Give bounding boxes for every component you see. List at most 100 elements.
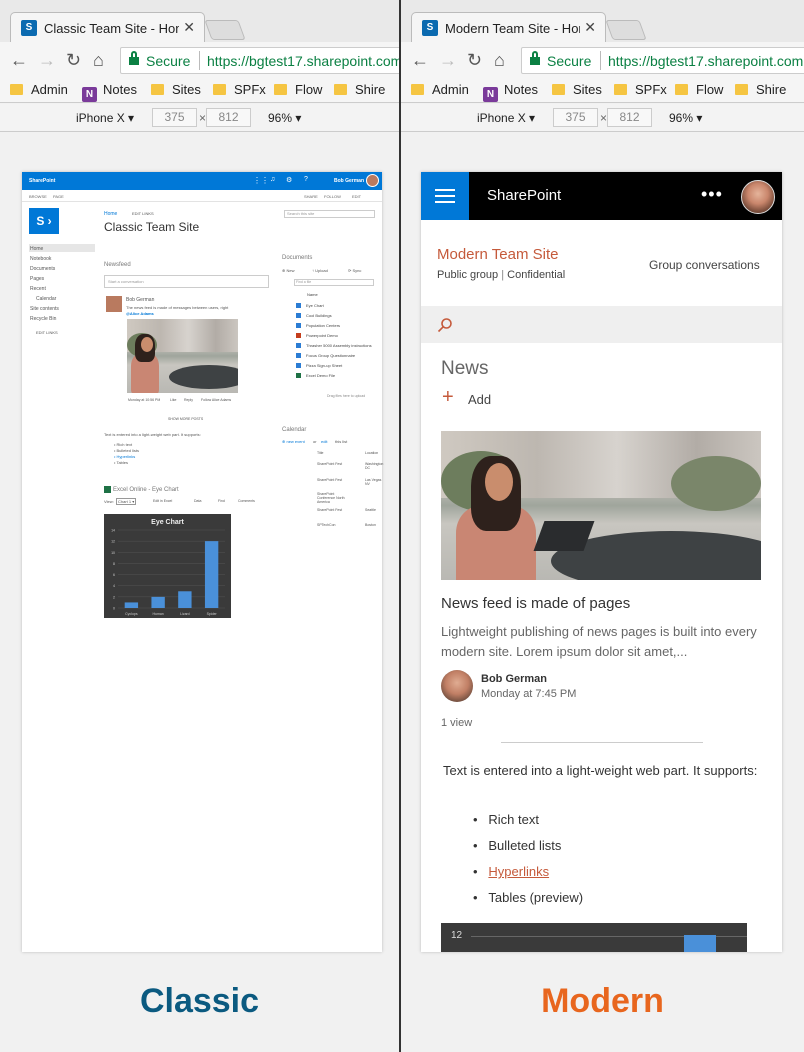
follow-link[interactable]: Follow Alice Adams xyxy=(201,398,231,402)
nav-site-contents[interactable]: Site contents xyxy=(30,306,59,312)
home-icon[interactable]: ⌂ xyxy=(494,50,505,71)
bookmark-notes[interactable]: N Notes xyxy=(82,82,137,102)
bookmark-flow[interactable]: Flow xyxy=(675,82,723,97)
bookmark-notes[interactable]: N Notes xyxy=(483,82,538,102)
search-box[interactable]: Search this site xyxy=(284,210,375,218)
group-conversations-link[interactable]: Group conversations xyxy=(649,258,760,272)
zoom-select[interactable]: 96% ▾ xyxy=(669,111,702,125)
hamburger-menu-icon[interactable] xyxy=(421,172,469,220)
edit-in-excel[interactable]: Edit in Excel xyxy=(153,499,172,503)
bookmark-spfx[interactable]: SPFx xyxy=(614,82,667,97)
gear-icon[interactable]: ⚙ xyxy=(286,176,292,184)
address-bar[interactable]: Secure https://bgtest17.sharepoint.com xyxy=(120,47,399,74)
hyperlink-item[interactable]: • Hyperlinks xyxy=(114,454,135,459)
avatar[interactable] xyxy=(741,180,775,214)
breadcrumb[interactable]: Home xyxy=(104,211,117,217)
new-event-link[interactable]: ⊕ new event xyxy=(282,439,305,444)
reload-icon[interactable]: ↻ xyxy=(66,50,81,71)
nav-recycle-bin[interactable]: Recycle Bin xyxy=(30,316,56,322)
help-icon[interactable]: ? xyxy=(304,176,308,183)
new-tab-button[interactable] xyxy=(605,20,647,40)
edit-links-top[interactable]: EDIT LINKS xyxy=(132,211,154,216)
forward-arrow-icon[interactable]: → xyxy=(439,50,457,71)
nav-calendar[interactable]: Calendar xyxy=(36,296,56,302)
conversation-input[interactable]: Start a conversation xyxy=(104,275,269,288)
new-tab-button[interactable] xyxy=(204,20,246,40)
bookmark-admin[interactable]: Admin xyxy=(411,82,469,97)
ribbon-page-tab[interactable]: PAGE xyxy=(53,194,64,199)
find-file-input[interactable]: Find a file xyxy=(294,279,374,286)
add-icon[interactable]: + xyxy=(442,387,454,407)
back-arrow-icon[interactable]: ← xyxy=(10,50,28,71)
upload-button[interactable]: ↑ Upload xyxy=(312,268,328,273)
site-title[interactable]: Modern Team Site xyxy=(437,246,558,263)
bookmark-shire[interactable]: Shire xyxy=(334,82,385,97)
user-name[interactable]: Bob German xyxy=(334,178,364,184)
nav-edit-links[interactable]: EDIT LINKS xyxy=(36,330,58,335)
doc-row[interactable]: Focus Group Questionnaire xyxy=(296,353,355,358)
event-title[interactable]: SharePoint Conference North America xyxy=(317,492,345,504)
zoom-select[interactable]: 96% ▾ xyxy=(268,111,301,125)
nav-notebook[interactable]: Notebook xyxy=(30,256,51,262)
width-input[interactable]: 375 xyxy=(152,108,197,127)
reload-icon[interactable]: ↻ xyxy=(467,50,482,71)
doc-row[interactable]: Cool Buildings xyxy=(296,313,332,318)
bookmark-sites[interactable]: Sites xyxy=(151,82,201,97)
reply-link[interactable]: Reply xyxy=(184,398,193,402)
close-tab-icon[interactable]: ✕ xyxy=(584,19,596,36)
follow-action[interactable]: FOLLOW xyxy=(324,194,341,199)
share-action[interactable]: SHARE xyxy=(304,194,318,199)
doc-row[interactable]: Eye Chart xyxy=(296,303,324,308)
close-tab-icon[interactable]: ✕ xyxy=(183,19,195,36)
article-title[interactable]: News feed is made of pages xyxy=(441,595,630,612)
event-title[interactable]: SharePoint Fest xyxy=(317,508,345,512)
bookmark-shire[interactable]: Shire xyxy=(735,82,786,97)
nav-home[interactable]: Home xyxy=(30,246,43,252)
comments-action[interactable]: Comments xyxy=(238,499,255,503)
data-menu[interactable]: Data xyxy=(194,499,201,503)
browser-tab[interactable]: S Classic Team Site - Home ✕ xyxy=(10,12,205,42)
author-name[interactable]: Bob German xyxy=(481,673,547,685)
news-photo[interactable] xyxy=(441,431,761,580)
home-icon[interactable]: ⌂ xyxy=(93,50,104,71)
site-logo[interactable]: S › xyxy=(29,208,59,234)
excel-view-select[interactable]: Chart 1 ▾ xyxy=(116,498,137,505)
new-document-button[interactable]: ⊕ New xyxy=(282,268,294,273)
doc-row[interactable]: Powerpoint Demo xyxy=(296,333,338,338)
show-more-posts[interactable]: SHOW MORE POSTS xyxy=(168,417,203,421)
doc-row[interactable]: Pizza Sign-up Sheet xyxy=(296,363,342,368)
post-author[interactable]: Bob German xyxy=(126,297,154,303)
hyperlink-item[interactable]: • Hyperlinks xyxy=(473,864,549,879)
height-input[interactable]: 812 xyxy=(206,108,251,127)
event-title[interactable]: SharePoint Fest xyxy=(317,478,345,482)
more-options-icon[interactable]: ••• xyxy=(701,184,723,205)
event-title[interactable]: SPTechCon xyxy=(317,523,345,527)
nav-recent[interactable]: Recent xyxy=(30,286,46,292)
doc-row[interactable]: Thrasher 5000 Assembly instructions xyxy=(296,343,372,348)
bell-icon[interactable]: ♫ xyxy=(270,176,275,183)
add-news-button[interactable]: Add xyxy=(468,392,491,407)
find-action[interactable]: Find xyxy=(218,499,225,503)
avatar[interactable] xyxy=(366,174,379,187)
like-link[interactable]: Like xyxy=(170,398,176,402)
post-mention[interactable]: @Alice Adams xyxy=(126,311,154,316)
bookmark-flow[interactable]: Flow xyxy=(274,82,322,97)
doc-row[interactable]: Population Centers xyxy=(296,323,340,328)
height-input[interactable]: 812 xyxy=(607,108,652,127)
sync-button[interactable]: ⟳ Sync xyxy=(348,268,361,273)
author-avatar[interactable] xyxy=(441,670,473,702)
address-bar[interactable]: Secure https://bgtest17.sharepoint.com xyxy=(521,47,804,74)
device-select[interactable]: iPhone X ▾ xyxy=(76,111,134,125)
device-select[interactable]: iPhone X ▾ xyxy=(477,111,535,125)
nav-documents[interactable]: Documents xyxy=(30,266,55,272)
back-arrow-icon[interactable]: ← xyxy=(411,50,429,71)
event-title[interactable]: SharePoint Fest xyxy=(317,462,345,466)
calendar-edit-link[interactable]: edit xyxy=(321,439,327,444)
edit-action[interactable]: EDIT xyxy=(352,194,361,199)
forward-arrow-icon[interactable]: → xyxy=(38,50,56,71)
width-input[interactable]: 375 xyxy=(553,108,598,127)
ribbon-browse-tab[interactable]: BROWSE xyxy=(29,194,47,199)
bookmark-admin[interactable]: Admin xyxy=(10,82,68,97)
doc-row[interactable]: Excel Demo File xyxy=(296,373,335,378)
bookmark-sites[interactable]: Sites xyxy=(552,82,602,97)
